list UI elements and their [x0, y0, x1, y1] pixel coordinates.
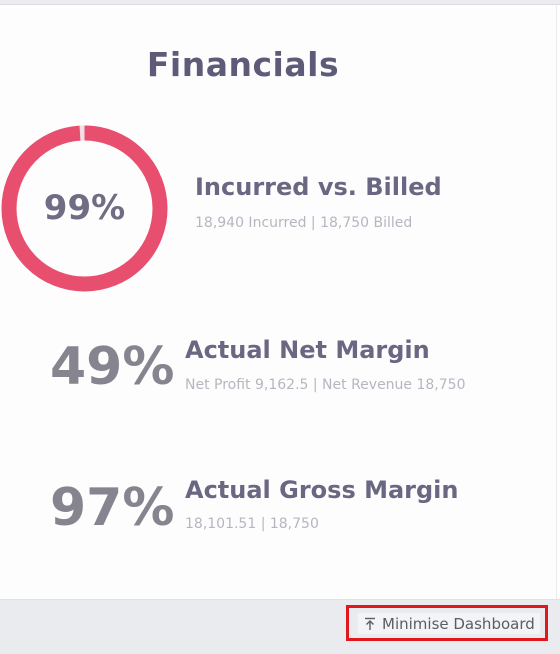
incurred-vs-billed-title: Incurred vs. Billed	[195, 173, 442, 201]
minimise-dashboard-button[interactable]: Minimise Dashboard	[346, 605, 548, 641]
arrow-up-to-line-icon	[365, 617, 375, 630]
minimise-dashboard-inner[interactable]: Minimise Dashboard	[358, 613, 540, 634]
net-margin-percent: 49%	[50, 337, 175, 397]
financials-card: Financials 99% Incurred vs. Billed 18,94…	[0, 5, 557, 599]
gross-margin-subtitle: 18,101.51 | 18,750	[185, 516, 319, 532]
incurred-vs-billed-percent: 99%	[43, 188, 126, 228]
incurred-vs-billed-subtitle: 18,940 Incurred | 18,750 Billed	[195, 215, 413, 231]
minimise-dashboard-label: Minimise Dashboard	[382, 614, 535, 633]
financials-title: Financials	[146, 45, 340, 84]
gross-margin-percent: 97%	[50, 478, 175, 538]
gross-margin-title: Actual Gross Margin	[185, 476, 459, 504]
net-margin-subtitle: Net Profit 9,162.5 | Net Revenue 18,750	[185, 377, 466, 393]
net-margin-title: Actual Net Margin	[185, 336, 430, 364]
dashboard-page: Financials 99% Incurred vs. Billed 18,94…	[0, 0, 560, 654]
